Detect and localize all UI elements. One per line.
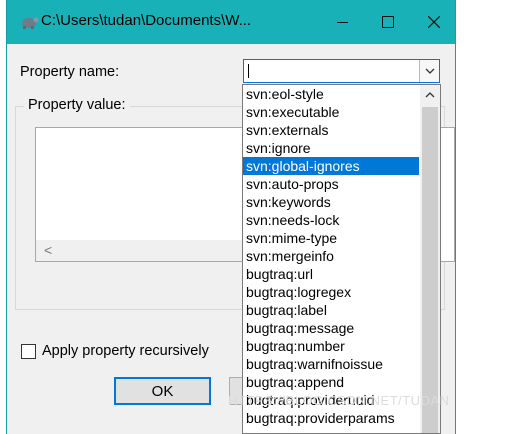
scroll-thumb[interactable] [422,107,438,433]
list-item[interactable]: svn:keywords [243,193,419,211]
close-button[interactable] [411,0,455,44]
list-item[interactable]: svn:eol-style [243,85,419,103]
list-item[interactable]: svn:executable [243,103,419,121]
chevron-up-icon [425,91,435,97]
text-caret [248,64,249,78]
property-name-dropdown-list[interactable]: svn:eol-style svn:executable svn:externa… [242,84,441,434]
list-item[interactable]: bugtraq:logregex [243,283,419,301]
list-item[interactable]: svn:auto-props [243,175,419,193]
apply-recursively-label[interactable]: Apply property recursively [42,343,209,359]
list-item[interactable]: svn:needs-lock [243,211,419,229]
dropdown-scrollbar[interactable] [420,85,440,433]
list-item[interactable]: bugtraq:url [243,265,419,283]
window-title: C:\Users\tudan\Documents\W... [41,12,252,29]
maximize-icon [382,16,394,28]
property-name-label: Property name: [20,64,120,80]
title-bar[interactable]: C:\Users\tudan\Documents\W... [7,0,455,44]
ok-button[interactable]: OK [114,377,211,405]
scroll-left-icon[interactable]: < [44,242,52,258]
list-item[interactable]: svn:externals [243,121,419,139]
maximize-button[interactable] [365,0,411,44]
watermark-text: HTTPS://BLOG.CSDN.NET/TUDAN [228,393,450,408]
apply-recursively-row[interactable]: Apply property recursively [21,343,209,359]
list-item-selected[interactable]: svn:global-ignores [243,157,419,175]
list-item[interactable]: svn:mergeinfo [243,247,419,265]
scroll-up-button[interactable] [420,85,440,104]
property-value-label: Property value: [24,97,130,113]
list-item[interactable]: svn:mime-type [243,229,419,247]
tortoise-icon [19,14,39,30]
close-icon [428,16,440,28]
list-item[interactable]: bugtraq:providerparams [243,409,419,427]
minimize-button[interactable] [319,0,365,44]
list-item[interactable]: bugtraq:warnifnoissue [243,355,419,373]
combobox-dropdown-button[interactable] [419,60,439,82]
list-item[interactable]: svn:ignore [243,139,419,157]
list-item[interactable]: bugtraq:number [243,337,419,355]
property-value-hscrollbar[interactable]: < [36,240,252,261]
chevron-down-icon [425,68,434,74]
list-item[interactable]: bugtraq:label [243,301,419,319]
apply-recursively-checkbox[interactable] [21,343,36,359]
list-item[interactable]: bugtraq:append [243,373,419,391]
list-item[interactable]: bugtraq:message [243,319,419,337]
property-name-combobox[interactable] [243,59,440,83]
minimize-icon [336,21,348,23]
dropdown-items: svn:eol-style svn:executable svn:externa… [243,85,419,427]
